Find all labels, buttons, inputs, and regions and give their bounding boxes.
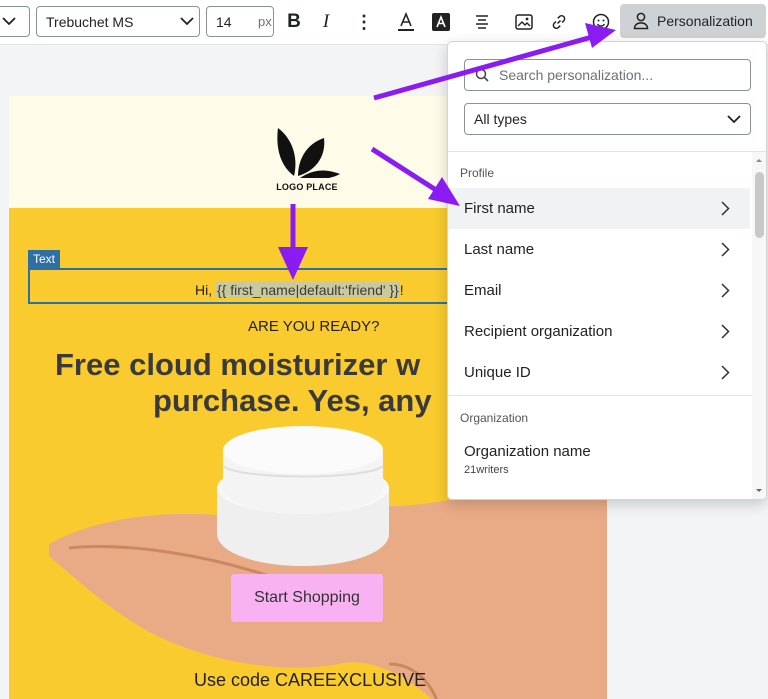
divider	[448, 395, 752, 396]
chevron-right-icon	[721, 201, 730, 216]
promo-code-text: Use code CAREEXCLUSIVE	[194, 670, 427, 690]
align-center-icon[interactable]	[470, 10, 494, 34]
list-item-label: Organization name	[464, 443, 591, 460]
list-item-value: 21writers	[464, 464, 509, 476]
search-icon	[475, 68, 489, 82]
profile-item-email[interactable]: Email	[448, 270, 750, 311]
list-item-label: Last name	[464, 241, 535, 258]
more-options-button[interactable]: ⋮	[352, 10, 376, 34]
link-icon[interactable]	[547, 10, 571, 34]
greeting-suffix: !	[399, 282, 404, 298]
greeting-prefix: Hi,	[195, 282, 216, 298]
scroll-up-icon[interactable]	[752, 155, 766, 165]
italic-button[interactable]: I	[314, 10, 338, 34]
chevron-right-icon	[721, 242, 730, 257]
profile-item-last-name[interactable]: Last name	[448, 229, 750, 270]
greeting-text[interactable]: Hi, {{ first_name|default:'friend' }}!	[195, 282, 404, 298]
emoji-icon[interactable]	[589, 10, 613, 34]
start-shopping-button[interactable]: Start Shopping	[231, 574, 383, 622]
panel-scrollbar[interactable]	[752, 152, 766, 499]
section-title-organization: Organization	[460, 411, 529, 425]
list-item-label: Recipient organization	[464, 323, 613, 340]
type-filter-select[interactable]: All types	[464, 103, 751, 135]
chevron-right-icon	[721, 365, 730, 380]
font-family-dropdown[interactable]: Trebuchet MS	[36, 6, 200, 37]
font-family-value: Trebuchet MS	[46, 13, 134, 30]
profile-item-recipient-organization[interactable]: Recipient organization	[448, 311, 750, 352]
user-icon	[633, 12, 649, 30]
block-type-dropdown[interactable]	[0, 6, 30, 37]
divider	[448, 151, 766, 152]
scroll-down-icon[interactable]	[752, 486, 766, 496]
personalization-panel: All types Profile First name Last name E…	[447, 41, 767, 500]
chevron-down-icon	[0, 17, 21, 26]
list-item-label: Email	[464, 282, 502, 299]
leaf-logo-icon	[277, 128, 340, 180]
logo[interactable]: LOGO PLACE	[272, 126, 342, 192]
profile-item-first-name[interactable]: First name	[448, 188, 750, 229]
font-size-value: 14	[216, 13, 232, 30]
highlight-color-icon[interactable]	[429, 9, 453, 35]
chevron-down-icon	[175, 17, 199, 26]
section-title-profile: Profile	[460, 166, 495, 180]
list-item-label: First name	[464, 200, 535, 217]
editor-toolbar: Trebuchet MS 14 px B I ⋮ Personalization	[0, 0, 768, 45]
list-item-label: Unique ID	[464, 364, 531, 381]
chevron-right-icon	[721, 283, 730, 298]
personalization-button[interactable]: Personalization	[620, 4, 766, 38]
personalization-search[interactable]	[464, 59, 751, 91]
type-filter-value: All types	[474, 111, 527, 127]
chevron-right-icon	[721, 324, 730, 339]
headline-line-1: Free cloud moisturizer w	[55, 347, 421, 382]
search-input[interactable]	[497, 66, 731, 84]
organization-item-name[interactable]: Organization name 21writers	[464, 443, 591, 476]
subheading: ARE YOU READY?	[248, 318, 380, 335]
scrollbar-thumb[interactable]	[755, 172, 764, 238]
text-block-tag: Text	[28, 250, 61, 268]
chevron-down-icon	[727, 114, 741, 124]
text-color-icon[interactable]	[394, 9, 418, 35]
profile-item-unique-id[interactable]: Unique ID	[448, 352, 750, 393]
font-size-unit: px	[258, 14, 272, 29]
logo-text: LOGO PLACE	[276, 182, 338, 192]
merge-tag[interactable]: {{ first_name|default:'friend' }}	[216, 282, 400, 298]
image-icon[interactable]	[512, 10, 536, 34]
font-size-input[interactable]: 14 px	[206, 6, 274, 37]
bold-button[interactable]: B	[282, 10, 306, 34]
personalization-label: Personalization	[657, 13, 753, 29]
